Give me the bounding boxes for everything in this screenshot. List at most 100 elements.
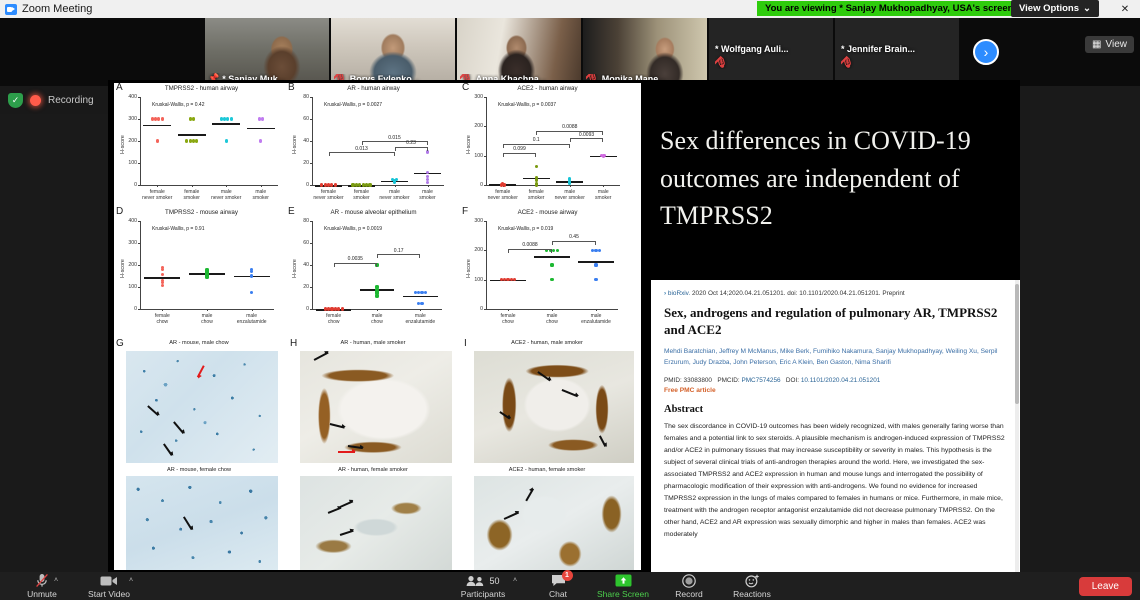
p-value-label: 0.23 bbox=[406, 140, 416, 146]
free-pmc-article-link[interactable]: Free PMC article bbox=[664, 387, 1007, 394]
pubmed-article-panel[interactable]: › bioRxiv. 2020 Oct 14;2020.04.21.051201… bbox=[651, 280, 1020, 572]
y-tick-label: 80 bbox=[303, 218, 309, 224]
video-options-caret-icon[interactable]: ˄ bbox=[129, 577, 133, 584]
y-tick-mark bbox=[138, 185, 140, 186]
scrollbar-thumb[interactable] bbox=[1015, 284, 1019, 404]
y-tick-label: 0 bbox=[480, 182, 483, 188]
video-tile-4[interactable]: * Wolfgang Auli... 🎙 bbox=[709, 18, 833, 86]
video-tile-1[interactable]: 🎙 Borys Fylenko... bbox=[331, 18, 455, 86]
p-value-label: 0.1 bbox=[532, 137, 540, 144]
video-tile-3[interactable]: 🎙 Monika Mane... bbox=[583, 18, 707, 86]
recording-indicator-icon[interactable] bbox=[30, 94, 41, 106]
y-tick-mark bbox=[484, 279, 486, 281]
close-button[interactable]: ✕ bbox=[1110, 0, 1140, 18]
kruskal-wallis-annotation: Kruskal-Wallis, p = 0.0019 bbox=[324, 226, 383, 232]
x-tick-mark bbox=[226, 185, 228, 187]
share-screen-button[interactable]: Share Screen bbox=[592, 572, 654, 600]
shared-screen[interactable]: Sex differences in COVID-19 outcomes are… bbox=[108, 80, 1020, 572]
median-line bbox=[177, 133, 206, 136]
doi-link[interactable]: 10.1101/2020.04.21.051201 bbox=[801, 377, 881, 384]
record-circle-icon bbox=[682, 573, 696, 588]
y-tick-mark bbox=[138, 97, 140, 98]
bracket-bar bbox=[569, 138, 604, 140]
p-value-label: 0.099 bbox=[513, 146, 526, 153]
video-tile-5[interactable]: * Jennifer Brain... 🎙 bbox=[835, 18, 959, 86]
histology-caption-G-top: AR - mouse, male chow bbox=[169, 340, 229, 346]
black-arrow-icon bbox=[525, 488, 534, 502]
y-tick-mark bbox=[310, 119, 312, 120]
y-axis-label: H-score bbox=[466, 259, 472, 278]
video-tile-2[interactable]: 🎙 Anna Khachpa... bbox=[457, 18, 581, 86]
x-tick-mark bbox=[603, 185, 605, 187]
share-screen-label: Share Screen bbox=[597, 589, 649, 599]
view-options-button[interactable]: View Options ⌄ bbox=[1011, 0, 1099, 17]
bracket-right-cap bbox=[393, 152, 395, 156]
median-line bbox=[212, 122, 241, 125]
micrograph-H-bottom bbox=[300, 476, 452, 570]
chat-unread-badge: 1 bbox=[561, 570, 573, 581]
participants-caret-icon[interactable]: ˄ bbox=[513, 577, 517, 584]
micrograph-G-top bbox=[126, 351, 278, 463]
y-tick-mark bbox=[310, 221, 312, 222]
x-tick-mark bbox=[157, 185, 159, 187]
figure-image: A TMPRSS2 - human airway 0 100 200 300 400 H-sc… bbox=[114, 83, 641, 570]
data-point bbox=[425, 174, 430, 178]
audio-options-caret-icon[interactable]: ˄ bbox=[54, 577, 58, 584]
chat-button[interactable]: 1 Chat bbox=[538, 570, 578, 600]
black-arrow-icon bbox=[329, 423, 345, 429]
pmid-label: PMID: bbox=[664, 376, 682, 384]
black-arrow-icon bbox=[347, 445, 363, 449]
y-tick-mark bbox=[484, 250, 486, 252]
video-tile-0[interactable]: 📌 * Sanjay Muk... bbox=[205, 18, 329, 86]
y-axis bbox=[486, 97, 487, 185]
mic-muted-icon bbox=[35, 573, 49, 588]
bracket-left-cap bbox=[502, 143, 504, 148]
kruskal-wallis-annotation: Kruskal-Wallis, p = 0.91 bbox=[152, 226, 205, 232]
chat-bubble-icon: 1 bbox=[551, 570, 573, 588]
x-tick-label: male enzalutamide bbox=[405, 313, 436, 326]
bracket-left-cap bbox=[377, 254, 378, 258]
x-tick-mark bbox=[552, 309, 553, 311]
data-point bbox=[260, 117, 264, 121]
data-point bbox=[358, 183, 362, 187]
record-label: Record bbox=[675, 589, 703, 599]
black-arrow-icon bbox=[327, 506, 342, 514]
article-authors[interactable]: Mehdi Baratchian, Jeffrey M McManus, Mik… bbox=[664, 347, 1007, 368]
reactions-button[interactable]: Reactions bbox=[724, 572, 780, 600]
y-tick-mark bbox=[138, 141, 140, 142]
black-arrow-icon bbox=[599, 435, 607, 447]
p-value-label: 0.17 bbox=[393, 247, 404, 254]
y-tick-mark bbox=[484, 97, 486, 98]
histology-panels: G AR - mouse, male chow AR - mouse, fema… bbox=[114, 338, 641, 570]
bracket-left-cap bbox=[333, 262, 335, 267]
chevron-right-icon: › bbox=[664, 290, 667, 297]
article-journal[interactable]: bioRxiv. bbox=[668, 290, 690, 297]
histology-caption-G-bottom: AR - mouse, female chow bbox=[166, 467, 232, 473]
y-tick-label: 0 bbox=[306, 182, 309, 188]
chart-title: ACE2 - mouse airway bbox=[517, 209, 578, 216]
bracket-right-cap bbox=[426, 146, 428, 151]
filmstrip-next-button[interactable]: › bbox=[973, 39, 999, 65]
data-point bbox=[250, 290, 254, 295]
bracket-bar bbox=[377, 254, 421, 255]
bracket-right-cap bbox=[535, 152, 537, 157]
y-axis bbox=[140, 221, 141, 309]
view-layout-button[interactable]: ▦ View bbox=[1085, 36, 1134, 53]
record-button[interactable]: Record bbox=[664, 572, 714, 600]
data-point bbox=[534, 176, 538, 180]
p-value-label: 0.0088 bbox=[522, 242, 538, 249]
chart-panel-D: D TMPRSS2 - mouse airway 0 100 200 300 400 H-sc… bbox=[114, 206, 289, 335]
data-point bbox=[601, 153, 605, 157]
pmcid-link[interactable]: PMC7574256 bbox=[741, 377, 780, 384]
data-point bbox=[160, 278, 164, 282]
data-point bbox=[394, 177, 398, 182]
encryption-shield-icon[interactable]: ✓ bbox=[8, 92, 23, 108]
participants-button[interactable]: 50 Participants bbox=[452, 572, 514, 600]
y-tick-mark bbox=[138, 243, 140, 244]
y-tick-label: 300 bbox=[128, 116, 137, 122]
unmute-button[interactable]: Unmute bbox=[14, 572, 70, 600]
view-options-label: View Options bbox=[1019, 3, 1080, 14]
window-title: Zoom Meeting bbox=[22, 3, 93, 15]
leave-meeting-button[interactable]: Leave bbox=[1078, 577, 1132, 596]
y-tick-mark bbox=[484, 155, 486, 157]
